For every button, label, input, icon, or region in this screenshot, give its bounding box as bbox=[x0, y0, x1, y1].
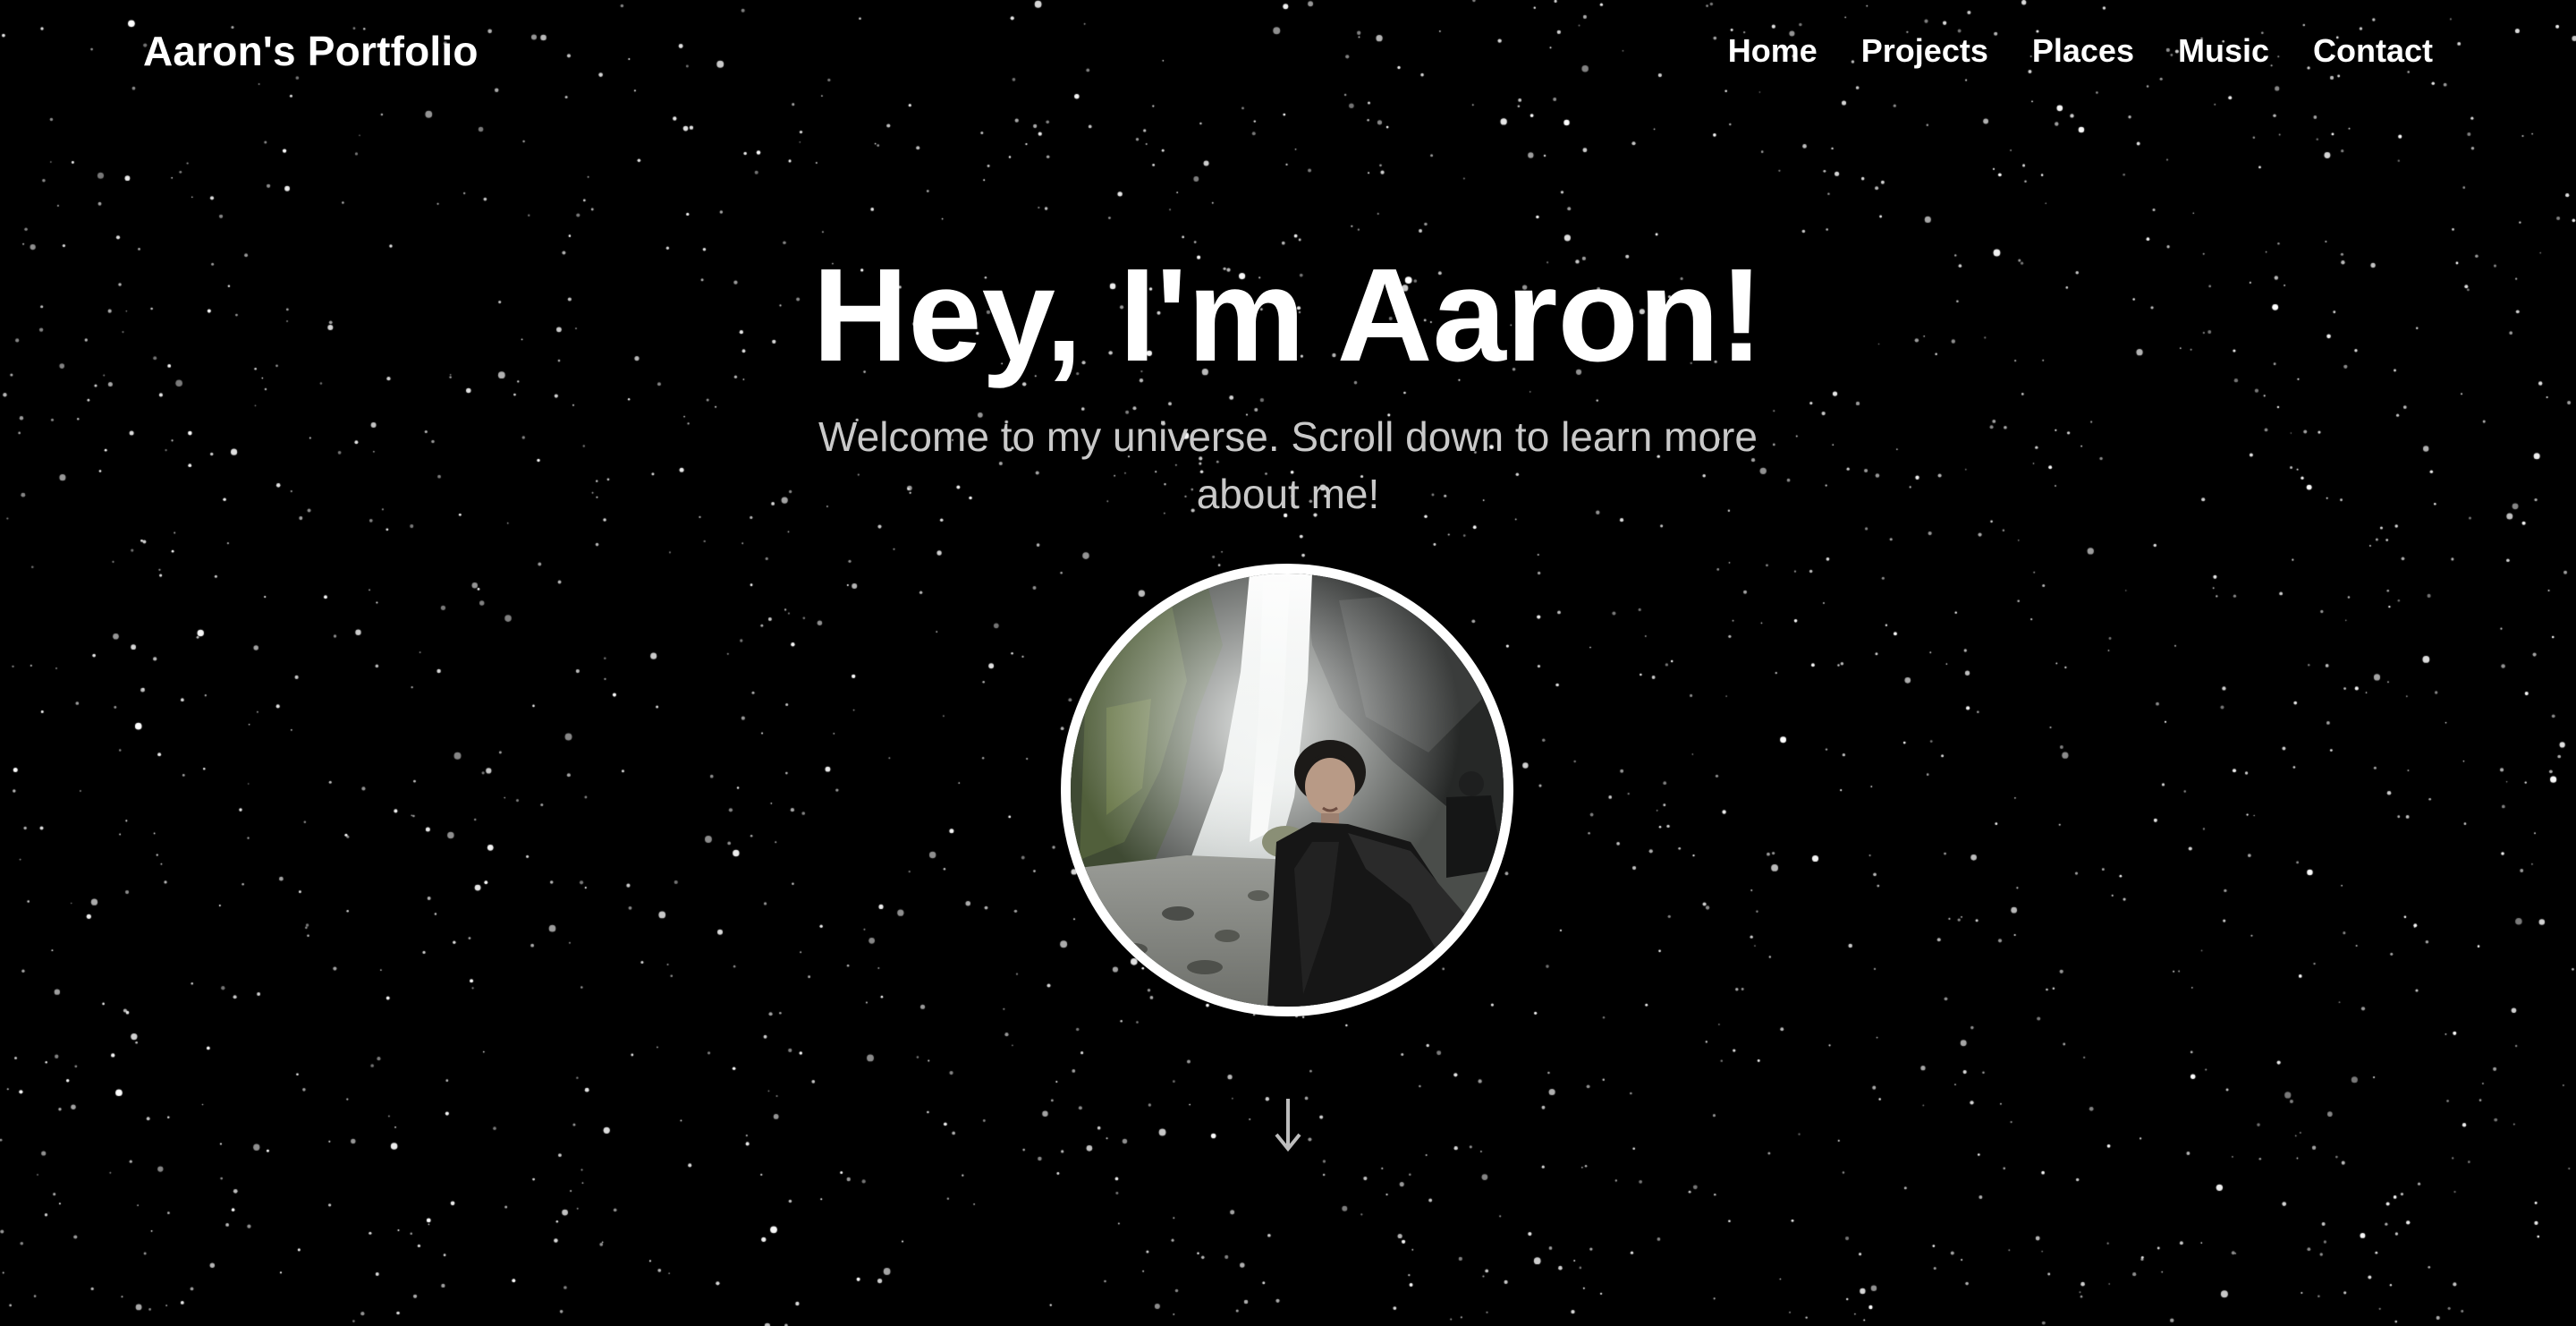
nav-link-projects[interactable]: Projects bbox=[1861, 32, 1988, 70]
profile-photo bbox=[1061, 564, 1513, 1016]
site-logo[interactable]: Aaron's Portfolio bbox=[143, 27, 479, 75]
nav-link-places[interactable]: Places bbox=[2032, 32, 2134, 70]
nav-link-music[interactable]: Music bbox=[2178, 32, 2269, 70]
hero-subtitle: Welcome to my universe. Scroll down to l… bbox=[818, 413, 1758, 517]
nav-link-home[interactable]: Home bbox=[1728, 32, 1818, 70]
profile-photo-illustration bbox=[1071, 574, 1504, 1007]
hero-title: Hey, I'm Aaron! bbox=[812, 242, 1764, 389]
arrow-down-icon[interactable] bbox=[1257, 1093, 1319, 1156]
main-nav: Home Projects Places Music Contact bbox=[1684, 32, 2433, 70]
site-header: Aaron's Portfolio Home Projects Places M… bbox=[0, 0, 2576, 113]
nav-link-contact[interactable]: Contact bbox=[2313, 32, 2433, 70]
